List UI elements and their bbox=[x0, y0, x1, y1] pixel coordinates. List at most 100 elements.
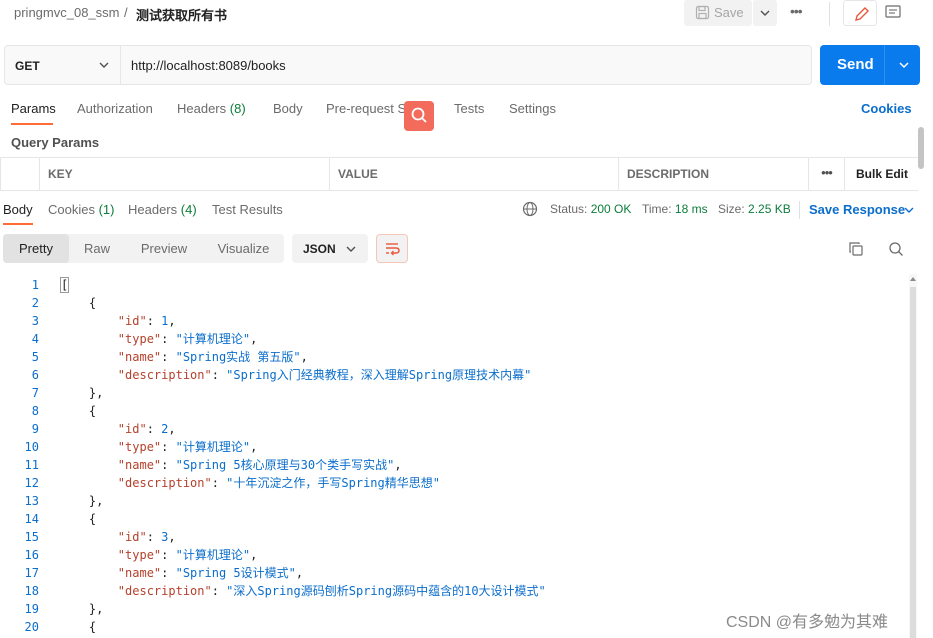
code-line: 5 "name": "Spring实战 第五版", bbox=[0, 348, 908, 366]
status-value: 200 OK bbox=[590, 202, 632, 216]
tab-params[interactable]: Params bbox=[11, 101, 56, 116]
tab-body[interactable]: Body bbox=[273, 101, 303, 116]
view-preview[interactable]: Preview bbox=[125, 234, 203, 263]
response-tab-test-results[interactable]: Test Results bbox=[212, 202, 283, 217]
code-line: 10 "type": "计算机理论", bbox=[0, 438, 908, 456]
line-number: 11 bbox=[24, 458, 39, 472]
save-button[interactable]: Save bbox=[684, 0, 752, 26]
code-line: 1[ bbox=[0, 276, 908, 294]
line-number: 18 bbox=[24, 584, 39, 598]
json-value: "计算机理论" bbox=[175, 332, 251, 346]
code-text: "type": "计算机理论", bbox=[117, 548, 258, 562]
size-indicator[interactable]: Size: 2.25 KB bbox=[718, 202, 791, 216]
view-pretty[interactable]: Pretty bbox=[3, 234, 69, 263]
chevron-down-icon[interactable] bbox=[898, 59, 910, 71]
view-raw[interactable]: Raw bbox=[69, 234, 125, 263]
breadcrumb-separator: / bbox=[124, 5, 128, 20]
code-text: { bbox=[88, 404, 97, 418]
code-line: 11 "name": "Spring 5核心原理与30个类手写实战", bbox=[0, 456, 908, 474]
params-more-icon[interactable]: ••• bbox=[808, 158, 844, 190]
save-dropdown-button[interactable] bbox=[753, 0, 777, 26]
code-text: }, bbox=[88, 386, 104, 400]
json-value: "十年沉淀之作，手写Spring精华思想" bbox=[226, 476, 440, 490]
send-divider bbox=[884, 45, 885, 85]
search-icon bbox=[411, 107, 427, 123]
response-tabs: Body Cookies (1) Headers (4) Test Result… bbox=[0, 197, 933, 227]
code-text: "description": "十年沉淀之作，手写Spring精华思想" bbox=[117, 476, 440, 490]
json-key: "description" bbox=[117, 584, 212, 598]
response-tab-headers[interactable]: Headers (4) bbox=[128, 202, 197, 217]
column-header-key: KEY bbox=[39, 158, 329, 190]
code-line: 13 }, bbox=[0, 492, 908, 510]
size-value: 2.25 KB bbox=[748, 202, 791, 216]
line-number: 1 bbox=[31, 278, 39, 292]
wrap-lines-button[interactable] bbox=[376, 234, 408, 263]
response-tab-body[interactable]: Body bbox=[3, 202, 33, 217]
time-indicator[interactable]: Time: 18 ms bbox=[642, 202, 708, 216]
json-key: "name" bbox=[117, 350, 162, 364]
scroll-up-arrow-icon[interactable] bbox=[910, 277, 916, 281]
globe-icon[interactable] bbox=[522, 201, 538, 217]
format-select[interactable]: JSON bbox=[292, 234, 368, 263]
json-key: "name" bbox=[117, 566, 162, 580]
method-select[interactable]: GET bbox=[5, 46, 121, 84]
code-line: 16 "type": "计算机理论", bbox=[0, 546, 908, 564]
code-text: "type": "计算机理论", bbox=[117, 332, 258, 346]
code-text: { bbox=[88, 620, 97, 634]
line-number: 4 bbox=[31, 332, 39, 346]
chevron-down-icon bbox=[99, 62, 109, 68]
json-key: "type" bbox=[117, 548, 162, 562]
divider bbox=[829, 2, 830, 26]
json-value: "Spring入门经典教程，深入理解Spring原理技术内幕" bbox=[226, 368, 532, 382]
floating-search-button[interactable] bbox=[404, 101, 434, 131]
code-line: 7 }, bbox=[0, 384, 908, 402]
status-indicator[interactable]: Status: 200 OK bbox=[550, 202, 631, 216]
code-scrollbar-thumb[interactable] bbox=[910, 287, 916, 638]
send-button[interactable]: Send bbox=[820, 45, 920, 85]
cookies-link[interactable]: Cookies bbox=[861, 101, 912, 116]
code-text: { bbox=[88, 512, 97, 526]
request-tabs: Params Authorization Headers (8) Body Pr… bbox=[0, 96, 933, 126]
json-value: "计算机理论" bbox=[175, 548, 251, 562]
bulk-edit-button[interactable]: Bulk Edit bbox=[844, 158, 918, 190]
code-line: 17 "name": "Spring 5设计模式", bbox=[0, 564, 908, 582]
scrollbar[interactable] bbox=[918, 127, 924, 169]
time-value: 18 ms bbox=[674, 202, 708, 216]
search-icon[interactable] bbox=[888, 241, 904, 257]
comments-button[interactable] bbox=[878, 0, 908, 26]
tab-authorization[interactable]: Authorization bbox=[77, 101, 153, 116]
tab-tests[interactable]: Tests bbox=[454, 101, 484, 116]
tab-settings[interactable]: Settings bbox=[509, 101, 556, 116]
line-number: 12 bbox=[24, 476, 39, 490]
column-header-value: VALUE bbox=[329, 158, 618, 190]
row-checkbox-column bbox=[0, 158, 39, 190]
copy-icon[interactable] bbox=[848, 241, 864, 257]
tab-headers[interactable]: Headers (8) bbox=[177, 101, 246, 116]
code-line: 14 { bbox=[0, 510, 908, 528]
code-line: 8 { bbox=[0, 402, 908, 420]
view-visualize[interactable]: Visualize bbox=[203, 234, 284, 263]
line-number: 14 bbox=[24, 512, 39, 526]
line-number: 15 bbox=[24, 530, 39, 544]
more-options-icon[interactable]: ••• bbox=[790, 3, 803, 19]
url-input[interactable]: http://localhost:8089/books bbox=[131, 58, 286, 73]
response-tab-cookies[interactable]: Cookies (1) bbox=[48, 202, 114, 217]
response-body-code[interactable]: 1[2 {3 "id": 1, 4 "type": "计算机理论", 5 "name… bbox=[0, 274, 908, 638]
json-key: "name" bbox=[117, 458, 162, 472]
line-number: 16 bbox=[24, 548, 39, 562]
json-key: "type" bbox=[117, 440, 162, 454]
line-number: 5 bbox=[31, 350, 39, 364]
url-bar: GET http://localhost:8089/books bbox=[4, 45, 812, 85]
edit-button[interactable] bbox=[843, 0, 877, 26]
line-number: 9 bbox=[31, 422, 39, 436]
request-title[interactable]: 测试获取所有书 bbox=[136, 5, 227, 24]
json-value: "Spring 5核心原理与30个类手写实战" bbox=[175, 458, 395, 472]
save-response-button[interactable]: Save Response bbox=[809, 202, 905, 217]
line-number: 7 bbox=[31, 386, 39, 400]
chevron-down-icon[interactable] bbox=[903, 204, 915, 216]
breadcrumb-collection[interactable]: pringmvc_08_ssm bbox=[14, 5, 120, 20]
code-text: "type": "计算机理论", bbox=[117, 440, 258, 454]
save-icon bbox=[695, 5, 710, 20]
code-text: "name": "Spring实战 第五版", bbox=[117, 350, 308, 364]
code-text: "id": 3, bbox=[117, 530, 176, 544]
